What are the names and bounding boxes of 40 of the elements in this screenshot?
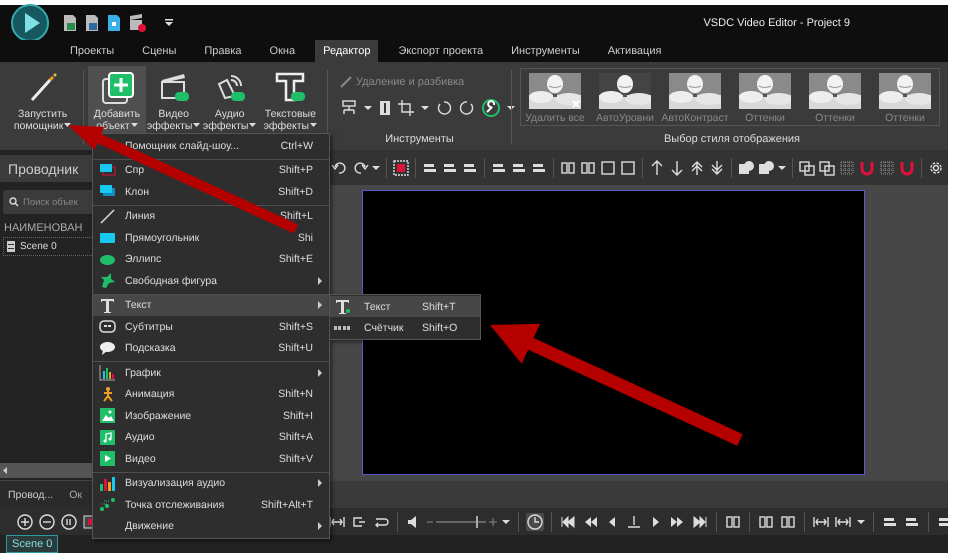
menu-item[interactable]: Визуализация аудио	[93, 472, 329, 494]
ribbon-tab[interactable]: Редактор	[315, 40, 378, 62]
menu-item[interactable]: Анимация Shift+N	[93, 384, 329, 405]
column-header: НАИМЕНОВАН	[3, 221, 84, 236]
menu-item[interactable]: Подсказка Shift+U	[93, 338, 329, 359]
menu-item[interactable]: Спр Shift+P	[93, 158, 329, 181]
split-tool-label: Удаление и разбивка	[340, 76, 507, 88]
menu-item[interactable]: Клон Shift+D	[93, 181, 329, 202]
ribbon-button[interactable]: Запустить помощник	[6, 66, 80, 136]
menu-item[interactable]: Свободная фигура	[93, 270, 329, 292]
group-label: Выбор стиля отображения	[662, 133, 801, 147]
menu-item[interactable]: Изображение Shift+I	[93, 405, 329, 426]
menu-item[interactable]: Эллипс Shift+E	[93, 248, 329, 270]
ribbon-tab[interactable]: Окна	[256, 40, 310, 62]
menu-item[interactable]: Текст Shift+T	[330, 296, 480, 317]
panel-tab[interactable]: Провод...	[0, 488, 62, 500]
menu-item[interactable]: Помощник слайд-шоу... Ctrl+W	[93, 135, 329, 156]
ribbon-tab[interactable]: Проекты	[56, 40, 128, 62]
ribbon-button[interactable]: Текстовые эффекты	[258, 66, 324, 136]
window-title: VSDC Video Editor - Project 9	[703, 16, 850, 28]
menu-item[interactable]: Движение	[93, 516, 329, 537]
ribbon-button[interactable]: Видео эффекты	[146, 66, 202, 136]
panel-tab[interactable]: Ок	[61, 488, 90, 500]
menu-item[interactable]: Видео Shift+V	[93, 448, 329, 470]
menu-item[interactable]: Прямоугольник Shi	[93, 227, 329, 248]
menu-item[interactable]: Текст	[93, 294, 329, 316]
menu-item[interactable]: Линия Shift+L	[93, 204, 329, 227]
menu-item[interactable]: Субтитры Shift+S	[93, 316, 329, 338]
ribbon-tab[interactable]: Правка	[190, 40, 256, 62]
ribbon-tab[interactable]: Сцены	[128, 40, 190, 62]
ribbon-tab[interactable]: Инструменты	[497, 40, 594, 62]
group-label: Инструменты	[384, 133, 455, 147]
menu-item[interactable]: Аудио Shift+A	[93, 426, 329, 448]
ribbon-tab[interactable]: Активация	[594, 40, 676, 62]
menu-item[interactable]: Счётчик Shift+O	[330, 317, 480, 338]
scene-tab[interactable]: Scene 0	[6, 535, 58, 553]
menu-item[interactable]: График	[93, 361, 329, 384]
ribbon-button[interactable]: Аудио эффекты	[202, 66, 258, 136]
ribbon-tab[interactable]: Экспорт проекта	[384, 40, 498, 62]
menu-item[interactable]: Точка отслеживания Shift+Alt+T	[93, 494, 329, 516]
